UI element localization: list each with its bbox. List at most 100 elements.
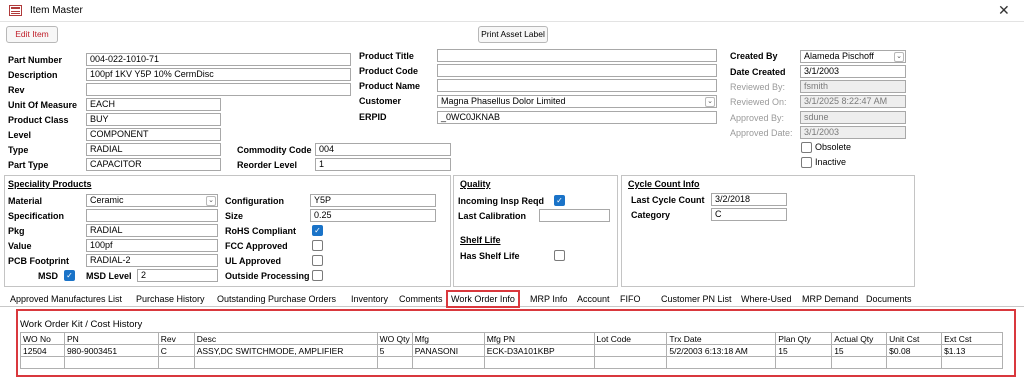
table-cell[interactable]: 15 xyxy=(775,344,833,357)
table-cell[interactable]: 15 xyxy=(831,344,888,357)
column-header[interactable]: Plan Qty xyxy=(775,332,833,345)
table-cell[interactable] xyxy=(593,344,668,357)
table-cell[interactable]: 5 xyxy=(376,344,413,357)
table-cell[interactable] xyxy=(483,356,595,369)
level-field[interactable]: COMPONENT xyxy=(86,128,221,141)
table-cell[interactable]: $0.08 xyxy=(886,344,943,357)
has-shelf-life-checkbox[interactable] xyxy=(554,250,565,261)
tab-mrp-info[interactable]: MRP Info xyxy=(527,293,570,306)
uom-field[interactable]: EACH xyxy=(86,98,221,111)
configuration-field[interactable]: Y5P xyxy=(310,194,436,207)
table-cell[interactable]: ASSY,DC SWITCHMODE, AMPLIFIER xyxy=(193,344,378,357)
table-cell[interactable] xyxy=(193,356,378,369)
table-cell[interactable] xyxy=(593,356,668,369)
column-header[interactable]: Ext Cst xyxy=(941,332,1003,345)
created-by-select[interactable]: Alameda Pischoff ⌄ xyxy=(800,50,906,63)
table-cell[interactable]: $1.13 xyxy=(941,344,1003,357)
table-cell[interactable] xyxy=(63,356,159,369)
tab-purchase-history[interactable]: Purchase History xyxy=(133,293,208,306)
part-type-field[interactable]: CAPACITOR xyxy=(86,158,221,171)
pkg-field[interactable]: RADIAL xyxy=(86,224,218,237)
column-header[interactable]: Desc xyxy=(193,332,378,345)
value-field[interactable]: 100pf xyxy=(86,239,218,252)
tab-where-used[interactable]: Where-Used xyxy=(738,293,795,306)
product-name-field[interactable] xyxy=(437,79,717,92)
pcb-footprint-field[interactable]: RADIAL-2 xyxy=(86,254,218,267)
reorder-level-field[interactable]: 1 xyxy=(315,158,451,171)
column-header[interactable]: PN xyxy=(63,332,159,345)
column-header[interactable]: Actual Qty xyxy=(831,332,888,345)
last-calibration-field[interactable] xyxy=(539,209,610,222)
table-cell[interactable]: PANASONI xyxy=(411,344,485,357)
table-cell[interactable]: ECK-D3A101KBP xyxy=(483,344,595,357)
tab-customer-pn-list[interactable]: Customer PN List xyxy=(658,293,735,306)
created-by-value: Alameda Pischoff xyxy=(804,51,874,61)
product-class-field[interactable]: BUY xyxy=(86,113,221,126)
part-number-field[interactable]: 004-022-1010-71 xyxy=(86,53,351,66)
chevron-down-icon[interactable]: ⌄ xyxy=(705,97,715,107)
table-cell[interactable]: 980-9003451 xyxy=(63,344,159,357)
specification-field[interactable] xyxy=(86,209,218,222)
chevron-down-icon[interactable]: ⌄ xyxy=(894,52,904,62)
tab-fifo[interactable]: FIFO xyxy=(617,293,644,306)
type-field[interactable]: RADIAL xyxy=(86,143,221,156)
outside-processing-checkbox[interactable] xyxy=(312,270,323,281)
table-cell[interactable] xyxy=(941,356,1003,369)
erpid-field[interactable]: _0WC0JKNAB xyxy=(437,111,717,124)
table-row-empty[interactable] xyxy=(20,356,1003,369)
tab-documents[interactable]: Documents xyxy=(863,293,915,306)
table-cell[interactable] xyxy=(666,356,777,369)
msd-level-field[interactable]: 2 xyxy=(137,269,218,282)
rohs-checkbox[interactable]: ✓ xyxy=(312,225,323,236)
incoming-insp-checkbox[interactable]: ✓ xyxy=(554,195,565,206)
column-header[interactable]: Unit Cst xyxy=(886,332,943,345)
tab-account[interactable]: Account xyxy=(574,293,613,306)
table-cell[interactable] xyxy=(157,356,195,369)
product-title-field[interactable] xyxy=(437,49,717,62)
ul-checkbox[interactable] xyxy=(312,255,323,266)
date-created-field[interactable]: 3/1/2003 xyxy=(800,65,906,78)
column-header[interactable]: WO Qty xyxy=(376,332,413,345)
table-cell[interactable] xyxy=(775,356,833,369)
column-header[interactable]: Trx Date xyxy=(666,332,777,345)
description-field[interactable]: 100pf 1KV Y5P 10% CermDisc xyxy=(86,68,351,81)
table-cell[interactable]: C xyxy=(157,344,195,357)
edit-item-button[interactable]: Edit Item xyxy=(6,26,58,43)
table-cell[interactable] xyxy=(376,356,413,369)
last-cycle-count-field[interactable]: 3/2/2018 xyxy=(711,193,787,206)
tab-mrp-demand[interactable]: MRP Demand xyxy=(799,293,861,306)
column-header[interactable]: Lot Code xyxy=(593,332,668,345)
print-asset-label-button[interactable]: Print Asset Label xyxy=(478,26,548,43)
msd-checkbox[interactable]: ✓ xyxy=(64,270,75,281)
column-header[interactable]: Mfg xyxy=(411,332,485,345)
msd-level-label: MSD Level xyxy=(86,271,132,281)
size-field[interactable]: 0.25 xyxy=(310,209,436,222)
table-cell[interactable] xyxy=(20,356,65,369)
column-header[interactable]: Rev xyxy=(157,332,195,345)
category-field[interactable]: C xyxy=(711,208,787,221)
window-title: Item Master xyxy=(30,5,83,16)
table-cell[interactable] xyxy=(831,356,888,369)
table-cell[interactable]: 5/2/2003 6:13:18 AM xyxy=(666,344,777,357)
tab-work-order-info[interactable]: Work Order Info xyxy=(446,290,520,308)
table-row[interactable]: 12504 980-9003451 C ASSY,DC SWITCHMODE, … xyxy=(20,344,1003,357)
inactive-checkbox[interactable] xyxy=(801,157,812,168)
fcc-checkbox[interactable] xyxy=(312,240,323,251)
customer-select[interactable]: Magna Phasellus Dolor Limited ⌄ xyxy=(437,95,717,108)
product-code-field[interactable] xyxy=(437,64,717,77)
tab-inventory[interactable]: Inventory xyxy=(348,293,391,306)
tab-comments[interactable]: Comments xyxy=(396,293,446,306)
commodity-code-field[interactable]: 004 xyxy=(315,143,451,156)
table-cell[interactable] xyxy=(886,356,943,369)
tab-outstanding-purchase-orders[interactable]: Outstanding Purchase Orders xyxy=(214,293,339,306)
rev-field[interactable] xyxy=(86,83,351,96)
chevron-down-icon[interactable]: ⌄ xyxy=(206,196,216,206)
material-select[interactable]: Ceramic ⌄ xyxy=(86,194,218,207)
column-header[interactable]: WO No xyxy=(20,332,65,345)
table-cell[interactable]: 12504 xyxy=(20,344,65,357)
obsolete-checkbox[interactable] xyxy=(801,142,812,153)
close-icon[interactable]: ✕ xyxy=(998,2,1010,19)
column-header[interactable]: Mfg PN xyxy=(483,332,595,345)
table-cell[interactable] xyxy=(411,356,485,369)
tab-approved-manufactures-list[interactable]: Approved Manufactures List xyxy=(7,293,125,306)
